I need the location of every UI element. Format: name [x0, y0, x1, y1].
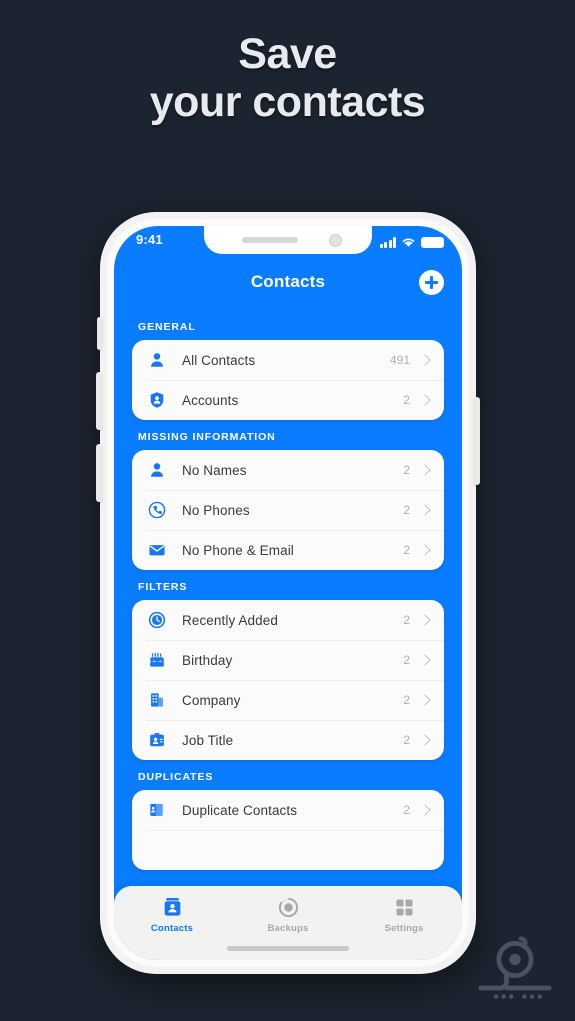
envelope-icon — [146, 539, 168, 561]
power-button[interactable] — [474, 397, 480, 485]
page-title: Save your contacts — [0, 30, 575, 126]
chevron-right-icon — [419, 394, 431, 406]
list-item-label: Accounts — [182, 392, 239, 408]
plus-icon-vertical — [430, 276, 433, 289]
list-item-all-contacts[interactable]: All Contacts 491 — [132, 340, 444, 380]
section-duplicates: DUPLICATES Duplicate Contacts 2 — [114, 771, 462, 870]
list-item-label: No Phone & Email — [182, 542, 294, 558]
section-general: GENERAL All Contacts 491 Accounts 2 — [114, 321, 462, 420]
phone-screen: 9:41 Contacts GENERAL All Contacts 491 A… — [114, 226, 462, 960]
section-title: GENERAL — [138, 321, 196, 333]
id-badge-icon — [146, 729, 168, 751]
wifi-icon — [402, 238, 415, 247]
tab-contacts[interactable]: Contacts — [114, 886, 230, 960]
list-item-no-phone-and-email[interactable]: No Phone & Email 2 — [132, 530, 444, 570]
list-item-label: All Contacts — [182, 352, 256, 368]
backup-refresh-icon — [278, 895, 299, 919]
tab-label: Settings — [384, 923, 424, 934]
headline-line-2: your contacts — [149, 78, 426, 127]
tab-settings[interactable]: Settings — [346, 886, 462, 960]
section-card: Recently Added 2 Birthday 2 Company 2 Jo… — [132, 600, 444, 760]
nav-bar: Contacts — [114, 260, 462, 310]
section-title: FILTERS — [138, 581, 188, 593]
list-item-label: Job Title — [182, 732, 234, 748]
headline-line-1: Save — [238, 30, 337, 78]
volume-up-button[interactable] — [96, 372, 102, 430]
section-title: DUPLICATES — [138, 771, 214, 783]
section-card: No Names 2 No Phones 2 No Phone & Email … — [132, 450, 444, 570]
list-item-label: Company — [182, 692, 241, 708]
list-item-count: 491 — [389, 353, 410, 367]
list-item-no-phones[interactable]: No Phones 2 — [132, 490, 444, 530]
person-icon — [146, 459, 168, 481]
list-item-count: 2 — [403, 543, 410, 557]
list-item-company[interactable]: Company 2 — [132, 680, 444, 720]
list-item-count: 2 — [403, 653, 410, 667]
building-icon — [146, 689, 168, 711]
placeholder-icon — [146, 839, 168, 861]
tab-bar[interactable]: Contacts Backups Settings — [114, 886, 462, 960]
list-item-count: 2 — [403, 613, 410, 627]
list-item-count: 2 — [403, 803, 410, 817]
grid-squares-icon — [394, 895, 415, 919]
list-item-count: 2 — [403, 463, 410, 477]
chevron-right-icon — [419, 734, 431, 746]
contacts-card-icon — [162, 895, 183, 919]
section-filters: FILTERS Recently Added 2 Birthday 2 Comp… — [114, 581, 462, 760]
home-indicator[interactable] — [227, 946, 349, 951]
section-card: Duplicate Contacts 2 — [132, 790, 444, 870]
list-item-accounts[interactable]: Accounts 2 — [132, 380, 444, 420]
list-item-count: 2 — [403, 733, 410, 747]
chevron-right-icon — [419, 464, 431, 476]
list-item-recently-added[interactable]: Recently Added 2 — [132, 600, 444, 640]
battery-icon — [421, 237, 444, 248]
shield-person-icon — [146, 389, 168, 411]
nav-title: Contacts — [250, 272, 326, 291]
list-item-label: No Phones — [182, 502, 250, 518]
section-missing-information: MISSING INFORMATION No Names 2 No Phones… — [114, 431, 462, 570]
status-bar: 9:41 — [114, 226, 462, 260]
list-item-birthday[interactable]: Birthday 2 — [132, 640, 444, 680]
volume-down-button[interactable] — [96, 444, 102, 502]
add-contact-button[interactable] — [419, 270, 444, 295]
list-item-label: Duplicate Contacts — [182, 802, 298, 818]
phone-mockup: 9:41 Contacts GENERAL All Contacts 491 A… — [96, 212, 480, 974]
notch — [204, 226, 372, 254]
chevron-right-icon — [419, 694, 431, 706]
tab-label: Backups — [267, 923, 309, 934]
section-title: MISSING INFORMATION — [138, 431, 276, 443]
list-item-label: Recently Added — [182, 612, 278, 628]
person-icon — [146, 349, 168, 371]
chevron-right-icon — [419, 654, 431, 666]
contacts-list[interactable]: GENERAL All Contacts 491 Accounts 2 MISS… — [114, 310, 462, 960]
list-item-label: No Names — [182, 462, 247, 478]
list-item-label: Birthday — [182, 652, 233, 668]
chevron-right-icon — [419, 804, 431, 816]
tab-label: Contacts — [150, 923, 194, 934]
chevron-right-icon — [419, 544, 431, 556]
list-item-count: 2 — [403, 503, 410, 517]
clock-icon — [146, 609, 168, 631]
list-item-duplicate-contacts[interactable]: Duplicate Contacts 2 — [132, 790, 444, 830]
duplicate-contacts-icon — [146, 799, 168, 821]
silence-switch[interactable] — [97, 317, 102, 350]
list-item-count: 2 — [403, 693, 410, 707]
earpiece-speaker-icon — [242, 237, 298, 243]
list-item-no-names[interactable]: No Names 2 — [132, 450, 444, 490]
signal-bars-icon — [379, 237, 396, 248]
status-icons — [379, 234, 444, 248]
site-watermark-logo — [478, 936, 552, 999]
section-card: All Contacts 491 Accounts 2 — [132, 340, 444, 420]
list-item-placeholder[interactable] — [132, 830, 444, 870]
list-item-job-title[interactable]: Job Title 2 — [132, 720, 444, 760]
chevron-right-icon — [419, 354, 431, 366]
chevron-right-icon — [419, 504, 431, 516]
status-time: 9:41 — [136, 232, 163, 247]
front-camera-icon — [329, 234, 342, 247]
phone-circle-icon — [146, 499, 168, 521]
list-item-count: 2 — [403, 393, 410, 407]
birthday-cake-icon — [146, 649, 168, 671]
chevron-right-icon — [419, 614, 431, 626]
